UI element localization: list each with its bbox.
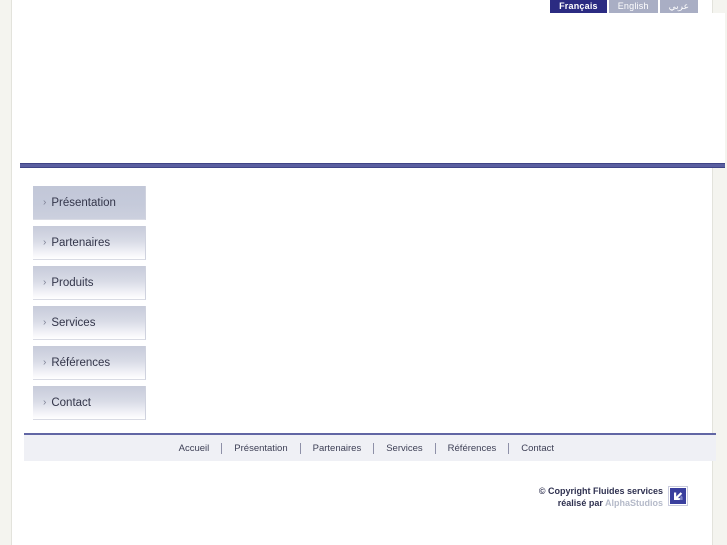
header-banner	[24, 13, 725, 163]
copyright-line: © Copyright Fluides services	[538, 486, 663, 496]
chevron-right-icon: ›	[43, 316, 47, 328]
alphastudios-logo-icon[interactable]	[668, 486, 688, 506]
main-content: › Présentation › Partenaires › Produits …	[24, 172, 725, 432]
copyright-text: © Copyright Fluides services réalisé par…	[539, 485, 663, 509]
sidebar-item-presentation[interactable]: › Présentation	[33, 186, 146, 220]
footer-link-presentation[interactable]: Présentation	[222, 443, 299, 454]
sidebar-item-references[interactable]: › Références	[33, 346, 146, 380]
chevron-right-icon: ›	[43, 396, 47, 408]
footer-link-references[interactable]: Références	[436, 443, 509, 454]
footer-link-partenaires[interactable]: Partenaires	[301, 443, 374, 454]
sidebar-item-services[interactable]: › Services	[33, 306, 146, 340]
page-background: Français English عربي › Présentation › P…	[0, 0, 727, 545]
sidebar-item-label: Produits	[51, 276, 94, 289]
chevron-right-icon: ›	[43, 356, 47, 368]
page-canvas: Français English عربي › Présentation › P…	[11, 0, 725, 545]
sidebar-item-label: Contact	[51, 396, 91, 409]
header-divider	[20, 163, 725, 168]
chevron-right-icon: ›	[43, 276, 47, 288]
sidebar-item-label: Présentation	[51, 196, 116, 209]
language-option-arabic[interactable]: عربي	[659, 0, 698, 13]
copyright-block: © Copyright Fluides services réalisé par…	[539, 485, 688, 509]
chevron-right-icon: ›	[43, 236, 47, 248]
sidebar-item-contact[interactable]: › Contact	[33, 386, 146, 420]
language-option-francais[interactable]: Français	[550, 0, 607, 13]
sidebar-item-label: Partenaires	[51, 236, 111, 249]
sidebar-item-produits[interactable]: › Produits	[33, 266, 146, 300]
sidebar-item-label: Références	[51, 356, 111, 369]
chevron-right-icon: ›	[43, 196, 47, 208]
sidebar-item-partenaires[interactable]: › Partenaires	[33, 226, 146, 260]
footer-navigation: Accueil Présentation Partenaires Service…	[167, 435, 566, 461]
footer-link-accueil[interactable]: Accueil	[167, 443, 222, 454]
credit-prefix: réalisé par	[557, 498, 605, 508]
language-option-english[interactable]: English	[608, 0, 658, 13]
credit-line: réalisé par AlphaStudios	[539, 497, 663, 509]
credit-studio-link[interactable]: AlphaStudios	[605, 498, 663, 508]
footer-bar: Accueil Présentation Partenaires Service…	[24, 433, 716, 461]
language-selector[interactable]: Français English عربي	[550, 0, 698, 13]
footer-link-contact[interactable]: Contact	[509, 443, 566, 454]
sidebar-item-label: Services	[51, 316, 96, 329]
sidebar-navigation: › Présentation › Partenaires › Produits …	[33, 186, 146, 426]
footer-link-services[interactable]: Services	[374, 443, 434, 454]
